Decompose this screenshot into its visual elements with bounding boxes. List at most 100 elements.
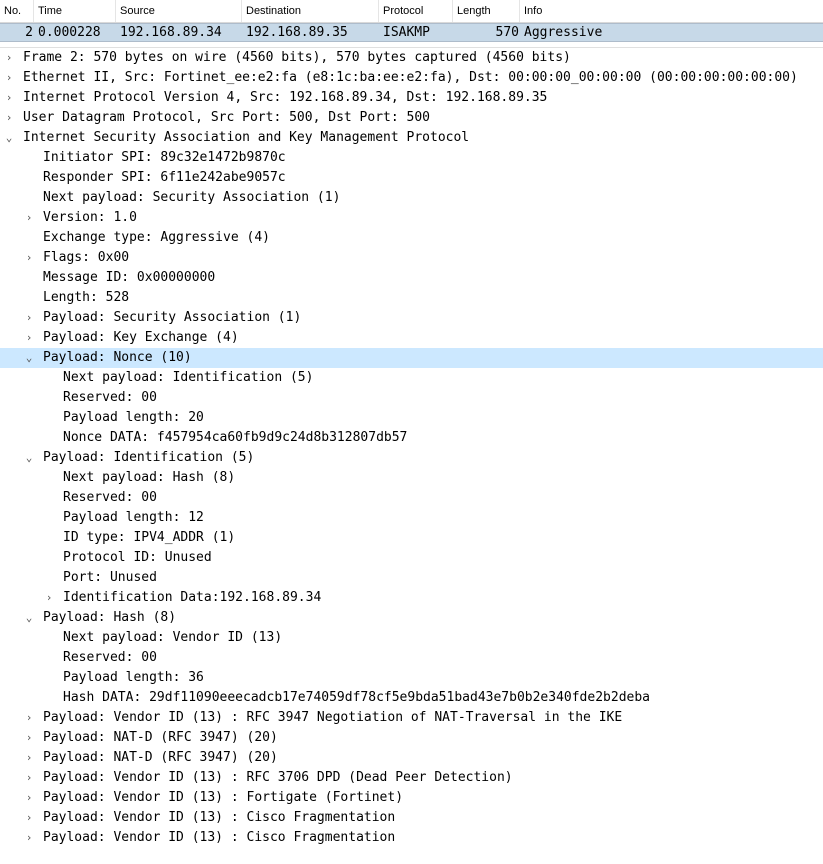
- tree-item[interactable]: Protocol ID: Unused: [0, 548, 823, 568]
- tree-item[interactable]: › Identification Data:192.168.89.34: [0, 588, 823, 608]
- expand-arrow-icon[interactable]: ⌄: [3, 128, 15, 148]
- tree-item[interactable]: › Payload: Security Association (1): [0, 308, 823, 328]
- tree-item[interactable]: › Internet Protocol Version 4, Src: 192.1…: [0, 88, 823, 108]
- collapse-arrow-icon[interactable]: ›: [23, 328, 35, 348]
- collapse-arrow-icon[interactable]: ›: [3, 88, 15, 108]
- collapse-arrow-icon[interactable]: ›: [23, 708, 35, 728]
- tree-item[interactable]: Nonce DATA: f457954ca60fb9d9c24d8b312807…: [0, 428, 823, 448]
- collapse-arrow-icon[interactable]: ›: [23, 768, 35, 788]
- tree-item[interactable]: › Version: 1.0: [0, 208, 823, 228]
- tree-item[interactable]: Next payload: Vendor ID (13): [0, 628, 823, 648]
- tree-item[interactable]: Message ID: 0x00000000: [0, 268, 823, 288]
- column-header-no[interactable]: No.: [0, 0, 34, 22]
- collapse-arrow-icon[interactable]: ›: [23, 808, 35, 828]
- tree-item[interactable]: Payload length: 12: [0, 508, 823, 528]
- collapse-arrow-icon[interactable]: ›: [23, 208, 35, 228]
- tree-item[interactable]: Reserved: 00: [0, 488, 823, 508]
- tree-item[interactable]: › Payload: NAT-D (RFC 3947) (20): [0, 748, 823, 768]
- tree-item[interactable]: Payload length: 36: [0, 668, 823, 688]
- packet-destination: 192.168.89.35: [246, 25, 348, 40]
- tree-item[interactable]: › Flags: 0x00: [0, 248, 823, 268]
- expand-arrow-icon[interactable]: ⌄: [23, 608, 35, 628]
- tree-item[interactable]: › Payload: Vendor ID (13) : RFC 3706 DPD …: [0, 768, 823, 788]
- tree-item[interactable]: ⌄ Payload: Hash (8): [0, 608, 823, 628]
- collapse-arrow-icon[interactable]: ›: [23, 748, 35, 768]
- tree-item[interactable]: Length: 528: [0, 288, 823, 308]
- tree-item[interactable]: Next payload: Identification (5): [0, 368, 823, 388]
- tree-item[interactable]: › User Datagram Protocol, Src Port: 500, …: [0, 108, 823, 128]
- tree-item[interactable]: ⌄ Payload: Identification (5): [0, 448, 823, 468]
- collapse-arrow-icon[interactable]: ›: [23, 728, 35, 748]
- tree-item[interactable]: › Payload: Vendor ID (13) : Cisco Fragmen…: [0, 808, 823, 828]
- packet-row-selected[interactable]: 2 0.000228 192.168.89.34 192.168.89.35 I…: [0, 23, 823, 42]
- collapse-arrow-icon[interactable]: ›: [3, 108, 15, 128]
- collapse-arrow-icon[interactable]: ›: [3, 68, 15, 88]
- tree-item[interactable]: ID type: IPV4_ADDR (1): [0, 528, 823, 548]
- tree-item-label: Next payload: Security Association (1): [43, 190, 341, 205]
- tree-item[interactable]: Exchange type: Aggressive (4): [0, 228, 823, 248]
- tree-item-label: Responder SPI: 6f11e242abe9057c: [43, 170, 286, 185]
- column-header-length[interactable]: Length: [453, 0, 520, 22]
- collapse-arrow-icon[interactable]: ›: [23, 788, 35, 808]
- tree-item[interactable]: › Ethernet II, Src: Fortinet_ee:e2:fa (e8…: [0, 68, 823, 88]
- tree-item-label: Flags: 0x00: [43, 250, 130, 265]
- tree-item[interactable]: Responder SPI: 6f11e242abe9057c: [0, 168, 823, 188]
- tree-item[interactable]: Next payload: Security Association (1): [0, 188, 823, 208]
- tree-item-label: Message ID: 0x00000000: [43, 270, 216, 285]
- tree-item[interactable]: › Payload: Vendor ID (13) : RFC 3947 Nego…: [0, 708, 823, 728]
- collapse-arrow-icon[interactable]: ›: [23, 308, 35, 328]
- tree-item[interactable]: › Frame 2: 570 bytes on wire (4560 bits),…: [0, 48, 823, 68]
- packet-no: 2: [25, 25, 33, 40]
- packet-protocol: ISAKMP: [383, 25, 430, 40]
- tree-item[interactable]: Payload length: 20: [0, 408, 823, 428]
- collapse-arrow-icon[interactable]: ›: [43, 588, 55, 608]
- tree-item[interactable]: Reserved: 00: [0, 648, 823, 668]
- tree-item[interactable]: › Payload: Key Exchange (4): [0, 328, 823, 348]
- tree-item[interactable]: › Payload: NAT-D (RFC 3947) (20): [0, 728, 823, 748]
- column-header-info[interactable]: Info: [520, 0, 823, 22]
- tree-item-label: Ethernet II, Src: Fortinet_ee:e2:fa (e8:…: [23, 70, 798, 85]
- column-header-destination[interactable]: Destination: [242, 0, 379, 22]
- tree-item-label: Payload: Security Association (1): [43, 310, 302, 325]
- expand-arrow-icon[interactable]: ⌄: [23, 348, 35, 368]
- column-header-protocol[interactable]: Protocol: [379, 0, 453, 22]
- collapse-arrow-icon[interactable]: ›: [23, 828, 35, 848]
- tree-item-label: Reserved: 00: [63, 490, 157, 505]
- tree-item-label: Length: 528: [43, 290, 130, 305]
- column-header-time[interactable]: Time: [34, 0, 116, 22]
- tree-item[interactable]: ⌄ Internet Security Association and Key M…: [0, 128, 823, 148]
- column-header-source[interactable]: Source: [116, 0, 242, 22]
- tree-item[interactable]: Port: Unused: [0, 568, 823, 588]
- tree-item-label: Reserved: 00: [63, 650, 157, 665]
- tree-item-label: Exchange type: Aggressive (4): [43, 230, 270, 245]
- tree-item[interactable]: › Payload: Vendor ID (13) : Cisco Fragmen…: [0, 828, 823, 848]
- tree-item-label: Payload: Nonce (10): [43, 350, 192, 365]
- tree-item[interactable]: Next payload: Hash (8): [0, 468, 823, 488]
- tree-item-label: Internet Security Association and Key Ma…: [23, 130, 470, 145]
- tree-item-label: Payload: Vendor ID (13) : Fortigate (For…: [43, 790, 404, 805]
- expand-arrow-icon[interactable]: ⌄: [23, 448, 35, 468]
- packet-length: 570: [495, 25, 519, 40]
- tree-item[interactable]: › Payload: Vendor ID (13) : Fortigate (Fo…: [0, 788, 823, 808]
- packet-time: 0.000228: [38, 25, 101, 40]
- packet-source: 192.168.89.34: [120, 25, 222, 40]
- tree-item[interactable]: Hash DATA: 29df11090eeecadcb17e74059df78…: [0, 688, 823, 708]
- tree-item[interactable]: Reserved: 00: [0, 388, 823, 408]
- tree-item[interactable]: ⌄ Payload: Nonce (10): [0, 348, 823, 368]
- tree-item-label: Reserved: 00: [63, 390, 157, 405]
- tree-item-label: Next payload: Vendor ID (13): [63, 630, 283, 645]
- tree-item[interactable]: Initiator SPI: 89c32e1472b9870c: [0, 148, 823, 168]
- collapse-arrow-icon[interactable]: ›: [3, 48, 15, 68]
- collapse-arrow-icon[interactable]: ›: [23, 248, 35, 268]
- packet-info: Aggressive: [524, 25, 603, 40]
